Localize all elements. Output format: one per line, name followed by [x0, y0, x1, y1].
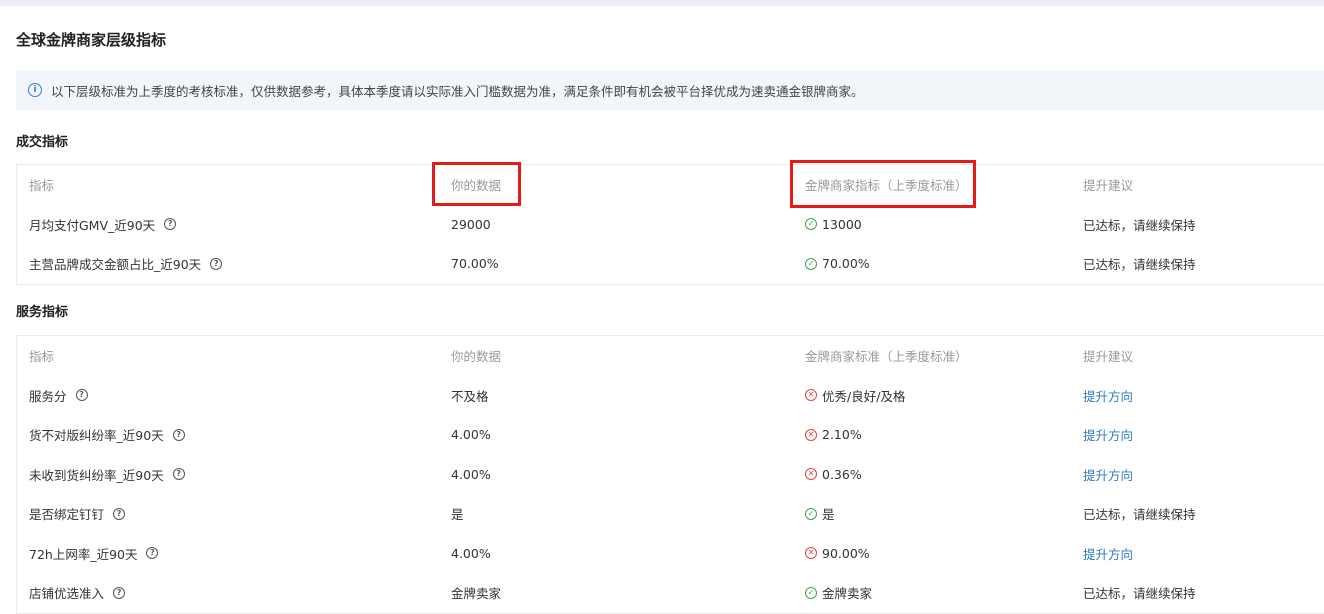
metric-label: 72h上网率_近90天: [29, 546, 138, 562]
metric-cell: 主营品牌成交金额占比_近90天?: [29, 244, 223, 284]
highlight-box-your-data: [432, 162, 521, 206]
info-icon: i: [28, 83, 42, 97]
metric-cell: 货不对版纠纷率_近90天?: [29, 415, 185, 455]
check-circle-icon: ✓: [805, 218, 817, 231]
help-circle-icon[interactable]: ?: [164, 218, 177, 231]
help-circle-icon[interactable]: ?: [172, 468, 185, 481]
metric-label: 主营品牌成交金额占比_近90天: [29, 257, 202, 273]
column-header: 你的数据: [451, 349, 502, 365]
improve-direction-link[interactable]: 提升方向: [1083, 544, 1133, 563]
table-header-row: 指标 你的数据 金牌商家指标（上季度标准） 提升建议: [17, 165, 1324, 205]
x-circle-icon: ✕: [805, 428, 817, 441]
column-header: 指标: [29, 178, 55, 194]
table-row: 未收到货纠纷率_近90天? 4.00% ✕ 0.36% 提升方向: [17, 455, 1324, 495]
column-header: 提升建议: [1083, 349, 1134, 365]
table-row: 月均支付GMV_近90天? 29000 ✓ 13000 已达标，请继续保持: [17, 205, 1324, 245]
page-title: 全球金牌商家层级指标: [16, 31, 167, 49]
metric-cell: 是否绑定钉钉?: [29, 494, 126, 534]
your-data-cell: 4.00%: [451, 466, 491, 482]
metric-cell: 店铺优选准入?: [29, 573, 126, 613]
standard-cell: ✓ 金牌卖家: [805, 573, 872, 613]
standard-cell: ✓ 13000: [805, 205, 862, 245]
standard-cell: ✕ 优秀/良好/及格: [805, 376, 905, 416]
help-circle-icon[interactable]: ?: [113, 507, 126, 520]
metric-label: 服务分: [29, 388, 67, 404]
column-header: 金牌商家标准（上季度标准）: [805, 349, 968, 365]
standard-value: 是: [822, 507, 835, 523]
table-row: 主营品牌成交金额占比_近90天? 70.00% ✓ 70.00% 已达标，请继续保持: [17, 244, 1324, 284]
column-header: 提升建议: [1083, 178, 1134, 194]
improve-direction-link[interactable]: 提升方向: [1083, 386, 1133, 405]
metric-label: 是否绑定钉钉: [29, 507, 105, 523]
advice-cell: 已达标，请继续保持: [1083, 494, 1196, 534]
advice-cell: 已达标，请继续保持: [1083, 205, 1196, 245]
column-header: 指标: [29, 349, 55, 365]
advice-cell: 提升方向: [1083, 376, 1133, 416]
advice-text: 已达标，请继续保持: [1083, 257, 1196, 273]
help-circle-icon[interactable]: ?: [113, 586, 126, 599]
help-circle-icon[interactable]: ?: [172, 428, 185, 441]
standard-value: 金牌卖家: [822, 586, 873, 602]
x-circle-icon: ✕: [805, 547, 817, 560]
standard-value: 70.00%: [822, 256, 870, 272]
your-data-cell: 70.00%: [451, 256, 499, 272]
standard-cell: ✕ 2.10%: [805, 415, 862, 455]
metric-cell: 72h上网率_近90天?: [29, 534, 159, 574]
transaction-table: 指标 你的数据 金牌商家指标（上季度标准） 提升建议 月均支付GMV_近90天? 2900…: [16, 164, 1324, 285]
metric-label: 货不对版纠纷率_近90天: [29, 428, 164, 444]
your-data-cell: 29000: [451, 216, 491, 232]
help-circle-icon[interactable]: ?: [146, 547, 159, 560]
advice-cell: 已达标，请继续保持: [1083, 573, 1196, 613]
metric-cell: 月均支付GMV_近90天?: [29, 205, 177, 245]
your-data-cell: 金牌卖家: [451, 586, 502, 602]
advice-cell: 提升方向: [1083, 455, 1133, 495]
notice-text: 以下层级标准为上季度的考核标准，仅供数据参考，具体本季度请以实际准入门槛数据为准…: [51, 83, 864, 99]
your-data-cell: 是: [451, 507, 464, 523]
standard-cell: ✕ 0.36%: [805, 455, 862, 495]
x-circle-icon: ✕: [805, 468, 817, 481]
your-data-cell: 不及格: [451, 388, 489, 404]
advice-text: 已达标，请继续保持: [1083, 217, 1196, 233]
table-row: 店铺优选准入? 金牌卖家 ✓ 金牌卖家 已达标，请继续保持: [17, 573, 1324, 613]
metric-label: 月均支付GMV_近90天: [29, 217, 156, 233]
metric-cell: 服务分?: [29, 376, 88, 416]
table-header-row: 指标 你的数据 金牌商家标准（上季度标准） 提升建议: [17, 336, 1324, 376]
standard-cell: ✕ 90.00%: [805, 534, 870, 574]
improve-direction-link[interactable]: 提升方向: [1083, 425, 1133, 444]
advice-cell: 提升方向: [1083, 415, 1133, 455]
advice-cell: 已达标，请继续保持: [1083, 244, 1196, 284]
metric-cell: 未收到货纠纷率_近90天?: [29, 455, 185, 495]
your-data-cell: 4.00%: [451, 427, 491, 443]
check-circle-icon: ✓: [805, 507, 817, 520]
highlight-box-gold-standard: [790, 160, 976, 208]
section-title-service: 服务指标: [16, 305, 69, 320]
advice-cell: 提升方向: [1083, 534, 1133, 574]
standard-value: 0.36%: [822, 466, 862, 482]
table-row: 是否绑定钉钉? 是 ✓ 是已达标，请继续保持: [17, 494, 1324, 534]
x-circle-icon: ✕: [805, 389, 817, 402]
table-row: 服务分? 不及格 ✕ 优秀/良好/及格 提升方向: [17, 376, 1324, 416]
standard-cell: ✓ 70.00%: [805, 244, 870, 284]
standard-value: 13000: [822, 216, 862, 232]
your-data-cell: 4.00%: [451, 545, 491, 561]
standard-cell: ✓ 是: [805, 494, 835, 534]
metric-label: 未收到货纠纷率_近90天: [29, 467, 164, 483]
check-circle-icon: ✓: [805, 257, 817, 270]
help-circle-icon[interactable]: ?: [210, 257, 223, 270]
metric-label: 店铺优选准入: [29, 586, 105, 602]
help-circle-icon[interactable]: ?: [75, 389, 88, 402]
advice-text: 已达标，请继续保持: [1083, 507, 1196, 523]
service-table: 指标 你的数据 金牌商家标准（上季度标准） 提升建议 服务分? 不及格 ✕ 优秀/良好/及格提…: [16, 335, 1324, 614]
standard-value: 2.10%: [822, 427, 862, 443]
improve-direction-link[interactable]: 提升方向: [1083, 465, 1133, 484]
top-bar: [0, 0, 1324, 6]
table-row: 72h上网率_近90天? 4.00% ✕ 90.00% 提升方向: [17, 534, 1324, 574]
notice-banner: i 以下层级标准为上季度的考核标准，仅供数据参考，具体本季度请以实际准入门槛数据…: [16, 70, 1324, 110]
check-circle-icon: ✓: [805, 586, 817, 599]
table-row: 货不对版纠纷率_近90天? 4.00% ✕ 2.10% 提升方向: [17, 415, 1324, 455]
standard-value: 90.00%: [822, 545, 870, 561]
section-title-transaction: 成交指标: [16, 135, 69, 150]
standard-value: 优秀/良好/及格: [822, 388, 906, 404]
advice-text: 已达标，请继续保持: [1083, 586, 1196, 602]
